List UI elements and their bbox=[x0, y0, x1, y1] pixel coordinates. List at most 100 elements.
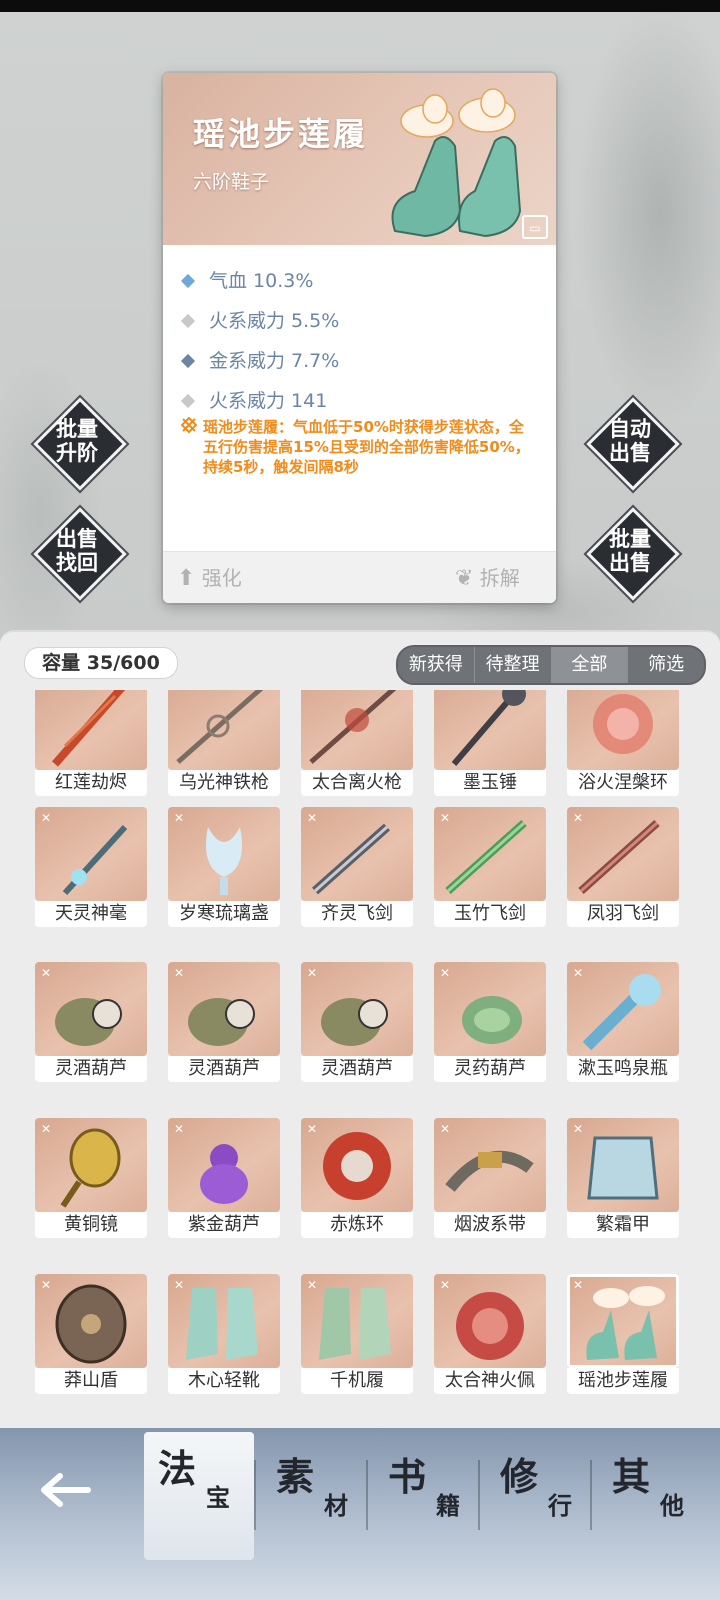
nav-divider bbox=[366, 1460, 368, 1530]
item-name-label: 乌光神铁枪 bbox=[168, 770, 280, 796]
dismantle-button[interactable]: ❦ 拆解 bbox=[455, 552, 520, 603]
item-name-label: 千机履 bbox=[301, 1368, 413, 1394]
item-name-label: 齐灵飞剑 bbox=[301, 901, 413, 927]
item-thumbnail: ✕ bbox=[35, 1118, 147, 1212]
stat-row: 火系威力 141 bbox=[180, 381, 541, 421]
auto-sell-button[interactable]: 自动 出售 bbox=[586, 397, 680, 491]
item-grid: ✕ 红莲劫烬 ✕ 乌光神铁枪 ✕ 太合离火枪 ✕ 墨玉锤 ✕ 浴火涅槃环 ✕ 天灵神毫 ✕ 岁寒琉璃盏 ✕ 齐… bbox=[0, 690, 720, 1425]
enhance-button[interactable]: ⬆ 强化 bbox=[177, 552, 242, 603]
item-thumbnail: ✕ bbox=[168, 807, 280, 901]
item-quality-icon: ✕ bbox=[40, 1278, 52, 1292]
nav-divider bbox=[254, 1460, 256, 1530]
item-quality-icon: ✕ bbox=[305, 690, 319, 694]
item-detail-header: 瑶池步莲履 六阶鞋子 ▭ bbox=[163, 73, 556, 245]
inventory-item-slot[interactable]: ✕ 灵酒葫芦 bbox=[35, 962, 147, 1082]
inventory-item-slot[interactable]: ✕ 漱玉鸣泉瓶 bbox=[567, 962, 679, 1082]
inventory-item-slot[interactable]: ✕ 赤炼环 bbox=[301, 1118, 413, 1238]
item-quality-icon: ✕ bbox=[173, 1278, 185, 1292]
item-quality-icon: ✕ bbox=[571, 690, 585, 694]
inventory-item-slot[interactable]: ✕ 莽山盾 bbox=[35, 1274, 147, 1394]
item-type: 六阶鞋子 bbox=[193, 171, 270, 193]
inventory-item-slot[interactable]: ✕ 紫金葫芦 bbox=[168, 1118, 280, 1238]
item-name: 瑶池步莲履 bbox=[193, 115, 369, 153]
inventory-item-slot[interactable]: ✕ 红莲劫烬 bbox=[35, 690, 147, 796]
back-arrow-icon[interactable] bbox=[36, 1470, 96, 1510]
item-thumbnail: ✕ bbox=[168, 1118, 280, 1212]
item-thumbnail: ✕ bbox=[567, 962, 679, 1056]
item-quality-icon: ✕ bbox=[306, 1278, 318, 1292]
stat-row: 气血 10.3% bbox=[180, 261, 541, 301]
item-quality-icon: ✕ bbox=[39, 690, 53, 694]
filter-tabs: 新获得 待整理 全部 筛选 bbox=[396, 645, 706, 685]
item-quality-icon: ✕ bbox=[40, 811, 52, 825]
item-thumbnail: ✕ bbox=[35, 962, 147, 1056]
item-thumbnail: ✕ bbox=[168, 1274, 280, 1368]
item-skill: 瑶池步莲履：气血低于50%时获得步莲状态，全五行伤害提高15%且受到的全部伤害降… bbox=[180, 416, 531, 477]
item-name-label: 烟波系带 bbox=[434, 1212, 546, 1238]
inventory-item-slot[interactable]: ✕ 灵药葫芦 bbox=[434, 962, 546, 1082]
item-quality-icon: ✕ bbox=[572, 1278, 584, 1292]
item-name-label: 玉竹飞剑 bbox=[434, 901, 546, 927]
nav-divider bbox=[590, 1460, 592, 1530]
batch-sell-button[interactable]: 批量 出售 bbox=[586, 507, 680, 601]
inventory-item-slot[interactable]: ✕ 木心轻靴 bbox=[168, 1274, 280, 1394]
inventory-item-slot[interactable]: ✕ 齐灵飞剑 bbox=[301, 807, 413, 927]
item-quality-icon: ✕ bbox=[40, 1122, 52, 1136]
inventory-item-slot[interactable]: ✕ 凤羽飞剑 bbox=[567, 807, 679, 927]
item-quality-icon: ✕ bbox=[572, 966, 584, 980]
item-name-label: 黄铜镜 bbox=[35, 1212, 147, 1238]
arrow-up-icon: ⬆ bbox=[177, 566, 196, 591]
nav-tab-books[interactable]: 书籍 bbox=[374, 1440, 484, 1560]
item-quality-icon: ✕ bbox=[439, 1278, 451, 1292]
inventory-item-slot[interactable]: ✕ 墨玉锤 bbox=[434, 690, 546, 796]
inventory-item-slot[interactable]: ✕ 岁寒琉璃盏 bbox=[168, 807, 280, 927]
inventory-item-slot[interactable]: ✕ 浴火涅槃环 bbox=[567, 690, 679, 796]
equip-icon[interactable]: ▭ bbox=[522, 215, 548, 239]
item-quality-icon: ✕ bbox=[572, 1122, 584, 1136]
nav-divider bbox=[478, 1460, 480, 1530]
inventory-item-slot[interactable]: ✕ 千机履 bbox=[301, 1274, 413, 1394]
item-name-label: 灵酒葫芦 bbox=[301, 1056, 413, 1082]
batch-upgrade-button[interactable]: 批量 升阶 bbox=[33, 397, 127, 491]
nav-tab-materials[interactable]: 素材 bbox=[262, 1440, 372, 1560]
item-thumbnail: ✕ bbox=[168, 962, 280, 1056]
item-name-label: 赤炼环 bbox=[301, 1212, 413, 1238]
item-quality-icon: ✕ bbox=[572, 811, 584, 825]
nav-tab-treasure[interactable]: 法宝 bbox=[144, 1432, 254, 1560]
stat-row: 金系威力 7.7% bbox=[180, 341, 541, 381]
item-quality-icon: ✕ bbox=[173, 966, 185, 980]
inventory-item-slot[interactable]: ✕ 灵酒葫芦 bbox=[301, 962, 413, 1082]
item-thumbnail: ✕ bbox=[567, 690, 679, 770]
item-name-label: 瑶池步莲履 bbox=[567, 1368, 679, 1394]
item-thumbnail: ✕ bbox=[434, 962, 546, 1056]
item-thumbnail: ✕ bbox=[301, 1274, 413, 1368]
item-name-label: 凤羽飞剑 bbox=[567, 901, 679, 927]
item-thumbnail: ✕ bbox=[301, 690, 413, 770]
nav-tab-other[interactable]: 其他 bbox=[598, 1440, 708, 1560]
inventory-item-slot[interactable]: ✕ 烟波系带 bbox=[434, 1118, 546, 1238]
item-name-label: 木心轻靴 bbox=[168, 1368, 280, 1394]
inventory-item-slot[interactable]: ✕ 繁霜甲 bbox=[567, 1118, 679, 1238]
item-quality-icon: ✕ bbox=[439, 1122, 451, 1136]
item-thumbnail: ✕ bbox=[434, 1118, 546, 1212]
tab-new[interactable]: 新获得 bbox=[398, 647, 475, 683]
inventory-item-slot[interactable]: ✕ 太合离火枪 bbox=[301, 690, 413, 796]
item-detail-card: 瑶池步莲履 六阶鞋子 ▭ 气血 10.3% 火系威力 5.5% 金系威力 7.7… bbox=[163, 73, 556, 603]
inventory-item-slot[interactable]: ✕ 灵酒葫芦 bbox=[168, 962, 280, 1082]
sold-recover-button[interactable]: 出售 找回 bbox=[33, 507, 127, 601]
inventory-item-slot[interactable]: ✕ 乌光神铁枪 bbox=[168, 690, 280, 796]
inventory-item-slot[interactable]: ✕ 玉竹飞剑 bbox=[434, 807, 546, 927]
diamond-icon bbox=[180, 353, 196, 369]
inventory-item-slot[interactable]: ✕ 太合神火佩 bbox=[434, 1274, 546, 1394]
tab-all[interactable]: 全部 bbox=[551, 647, 629, 683]
item-thumbnail: ✕ bbox=[567, 807, 679, 901]
tab-filter[interactable]: 筛选 bbox=[628, 647, 704, 683]
inventory-item-slot[interactable]: ✕ 黄铜镜 bbox=[35, 1118, 147, 1238]
tab-to-organize[interactable]: 待整理 bbox=[475, 647, 552, 683]
inventory-item-slot[interactable]: ✕ 瑶池步莲履 bbox=[567, 1274, 679, 1394]
item-thumbnail: ✕ bbox=[35, 690, 147, 770]
item-quality-icon: ✕ bbox=[172, 690, 186, 694]
nav-tab-cultivation[interactable]: 修行 bbox=[486, 1440, 596, 1560]
inventory-item-slot[interactable]: ✕ 天灵神毫 bbox=[35, 807, 147, 927]
item-quality-icon: ✕ bbox=[439, 811, 451, 825]
